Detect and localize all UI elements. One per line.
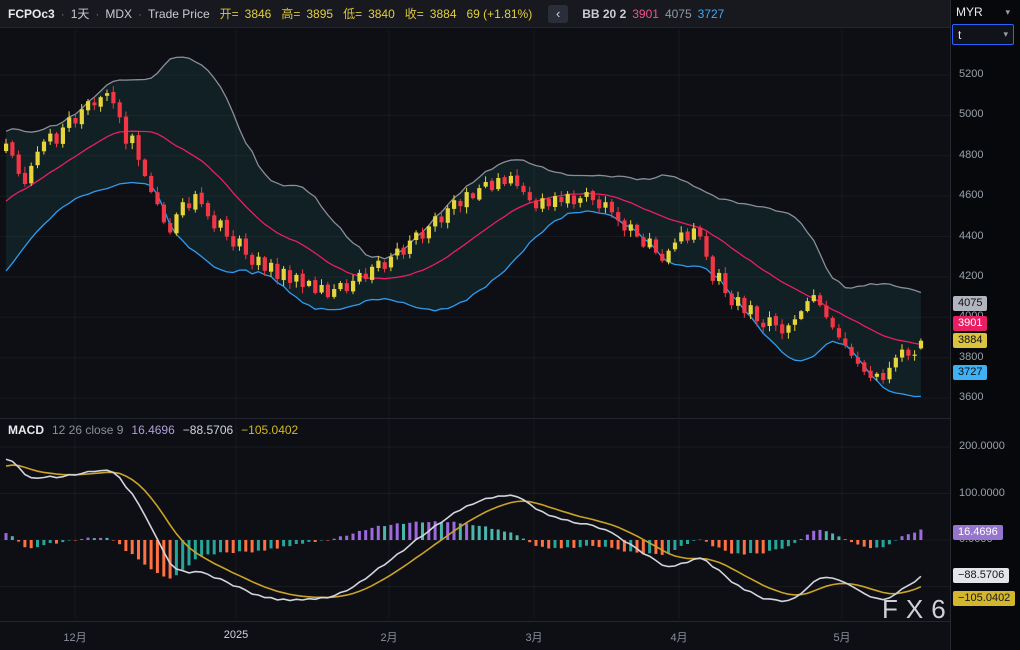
time-axis-label: 2025 — [224, 629, 248, 641]
bb-fill — [6, 57, 921, 396]
bb-upper-value: 4075 — [665, 7, 692, 21]
ohlc-open-value: 3846 — [245, 7, 272, 21]
price-type-label: Trade Price — [148, 7, 210, 21]
time-axis-label: 4月 — [670, 629, 687, 645]
price-tick-label: 5200 — [959, 68, 983, 80]
price-tick-label: 4200 — [959, 270, 983, 282]
price-badge: 3727 — [953, 365, 987, 380]
price-badge: −105.0402 — [953, 591, 1015, 606]
bb-indicator-label[interactable]: BB 20 2 — [582, 7, 626, 21]
ohlc-close-label: 收= — [405, 5, 424, 22]
exchange-label: MDX — [105, 7, 132, 21]
macd-histogram-value: 16.4696 — [131, 423, 174, 437]
price-tick-label: 4600 — [959, 189, 983, 201]
currency-label: MYR — [956, 5, 983, 19]
price-badge: 16.4696 — [953, 525, 1003, 540]
interval-label[interactable]: 1天 — [71, 5, 90, 22]
unit-dropdown[interactable]: t ▾ — [952, 24, 1014, 45]
time-axis-label: 3月 — [525, 629, 542, 645]
ohlc-high-label: 高= — [281, 5, 300, 22]
chevron-down-icon: ▾ — [1005, 7, 1010, 18]
bb-lower-value: 3727 — [698, 7, 725, 21]
price-axis[interactable]: 520050004800460044004200400038003600200.… — [950, 0, 1020, 650]
macd-signal-line — [6, 465, 921, 597]
macd-legend[interactable]: MACD 12 26 close 9 16.4696 −88.5706 −105… — [8, 423, 298, 437]
bb-basis-value: 3901 — [632, 7, 659, 21]
ohlc-low-value: 3840 — [368, 7, 395, 21]
time-axis-label: 12月 — [63, 629, 86, 645]
time-axis[interactable]: 12月 2025 2月 3月 4月 5月 — [0, 622, 950, 650]
macd-line — [6, 459, 921, 601]
price-tick-label: 3800 — [959, 351, 983, 363]
macd-chart[interactable] — [0, 420, 950, 618]
price-tick-label: 3600 — [959, 391, 983, 403]
change-value: 69 (+1.81%) — [467, 7, 533, 21]
chevron-down-icon: ▾ — [1003, 29, 1008, 40]
panel-divider — [0, 418, 950, 419]
macd-signal-value: −105.0402 — [241, 423, 298, 437]
macd-tick-label: 200.0000 — [959, 440, 1005, 452]
collapse-legend-button[interactable]: ‹ — [548, 5, 568, 23]
macd-tick-label: 100.0000 — [959, 487, 1005, 499]
macd-params: 12 26 close 9 — [52, 423, 123, 437]
trading-chart-window: FCPOc3 · 1天 · MDX · Trade Price 开= 3846 高… — [0, 0, 1020, 650]
separator: · — [95, 7, 99, 21]
price-tick-label: 5000 — [959, 108, 983, 120]
price-tick-label: 4400 — [959, 230, 983, 242]
ohlc-low-label: 低= — [343, 5, 362, 22]
macd-line-value: −88.5706 — [183, 423, 233, 437]
chart-legend-toolbar[interactable]: FCPOc3 · 1天 · MDX · Trade Price 开= 3846 高… — [0, 0, 950, 28]
price-badge: 3901 — [953, 316, 987, 331]
ohlc-open-label: 开= — [220, 5, 239, 22]
time-axis-label: 2月 — [380, 629, 397, 645]
ohlc-close-value: 3884 — [430, 7, 457, 21]
unit-label: t — [958, 28, 961, 42]
macd-title[interactable]: MACD — [8, 423, 44, 437]
separator: · — [138, 7, 142, 21]
time-axis-label: 5月 — [833, 629, 850, 645]
symbol-label[interactable]: FCPOc3 — [8, 7, 55, 21]
currency-button[interactable]: MYR ▾ — [952, 2, 1014, 22]
separator: · — [61, 7, 65, 21]
candlestick-chart[interactable] — [0, 30, 950, 418]
price-badge: 4075 — [953, 296, 987, 311]
axis-controls: MYR ▾ t ▾ — [952, 2, 1018, 45]
price-tick-label: 4800 — [959, 149, 983, 161]
ohlc-high-value: 3895 — [306, 7, 333, 21]
price-badge: 3884 — [953, 333, 987, 348]
price-badge: −88.5706 — [953, 568, 1009, 583]
